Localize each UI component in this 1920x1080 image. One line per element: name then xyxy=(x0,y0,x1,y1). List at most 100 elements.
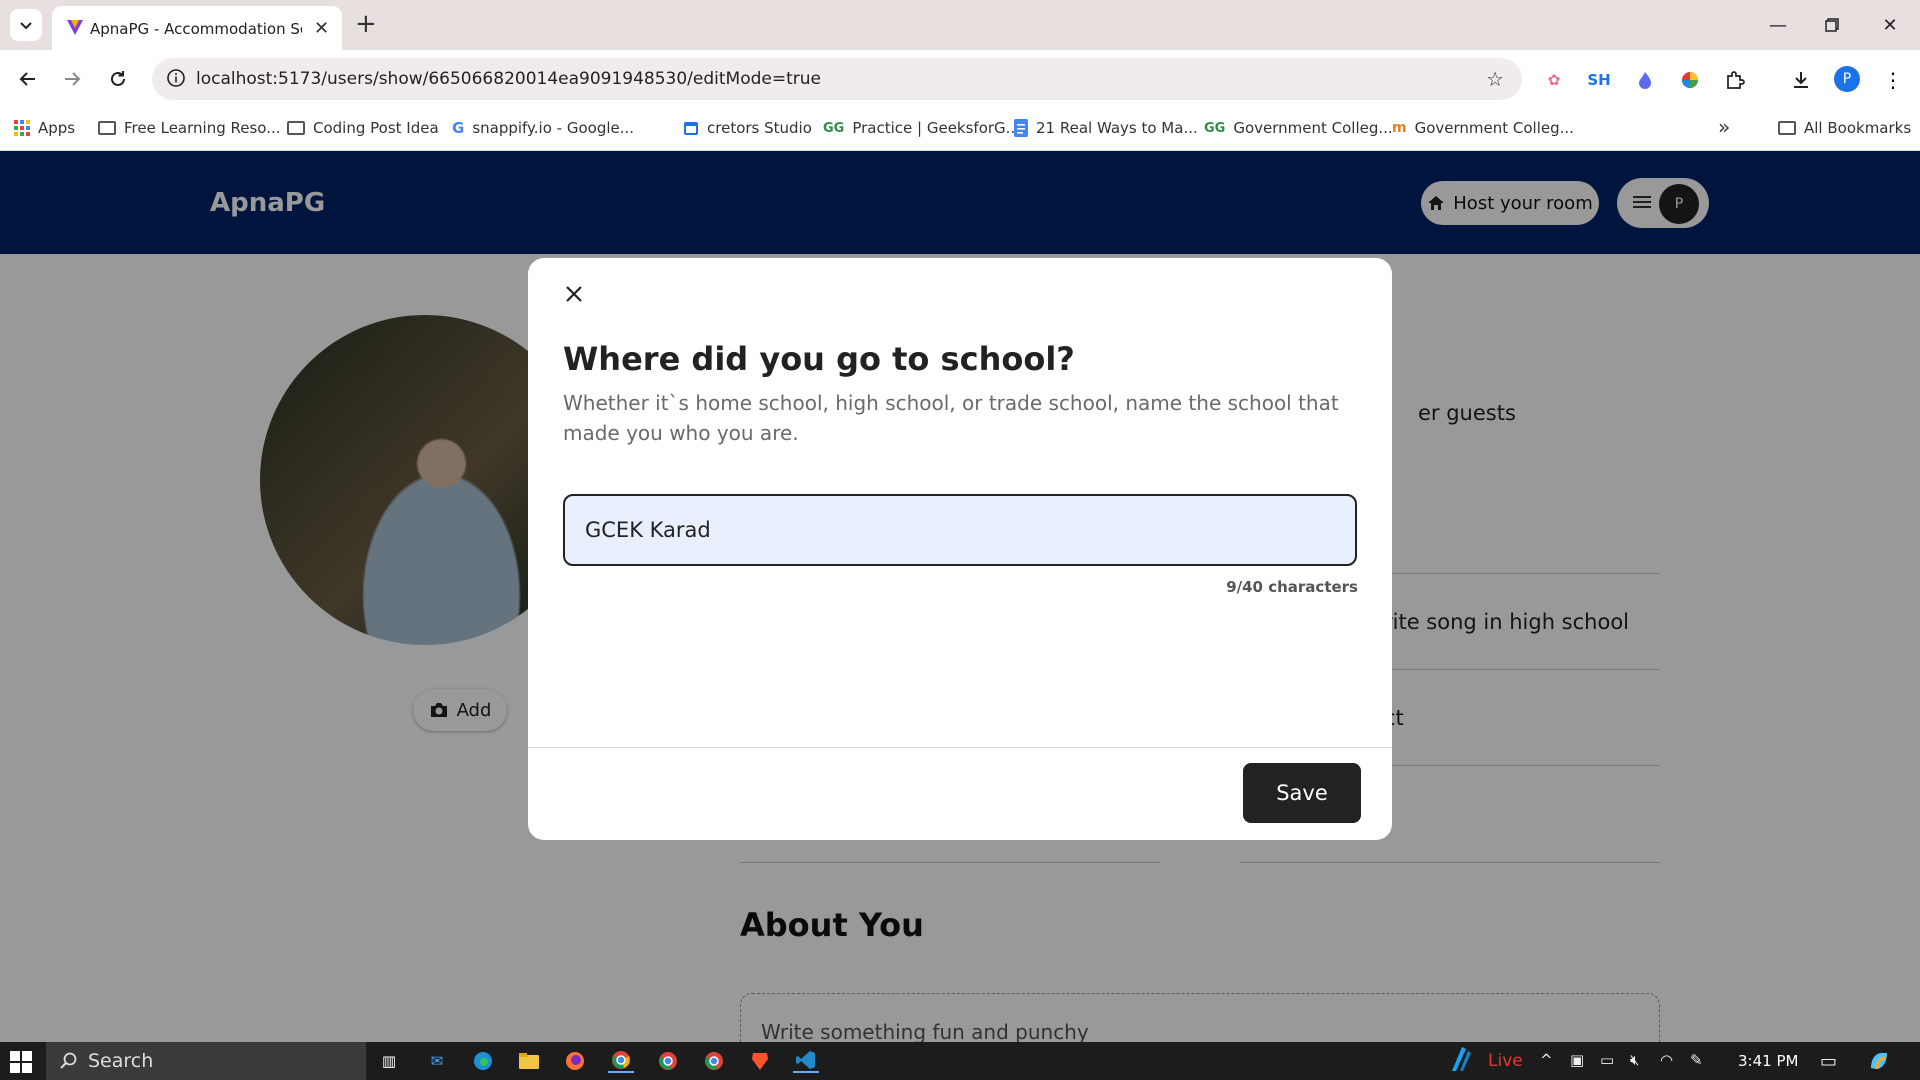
tab-title: ApnaPG - Accommodation Solu xyxy=(90,20,302,38)
bookmark-government-college-1[interactable]: GG Government Colleg... xyxy=(1204,119,1393,137)
double-chevron-right-icon: » xyxy=(1718,115,1731,139)
firefox-icon[interactable] xyxy=(562,1049,588,1073)
bookmark-folder-free-learning[interactable]: Free Learning Reso... xyxy=(98,119,281,137)
puzzle-icon xyxy=(1727,71,1745,89)
save-button[interactable]: Save xyxy=(1243,763,1361,823)
site-icon: m xyxy=(1392,120,1407,136)
extension-lotus-icon[interactable]: ✿ xyxy=(1541,67,1567,93)
bookmark-folder-coding-post[interactable]: Coding Post Idea xyxy=(287,119,439,137)
folder-icon xyxy=(287,121,305,135)
flame-icon xyxy=(1639,72,1651,89)
url-text: localhost:5173/users/show/665066820014ea… xyxy=(196,69,821,89)
modal-description: Whether it`s home school, high school, o… xyxy=(563,391,1339,445)
task-view-icon[interactable]: ▥ xyxy=(376,1049,402,1073)
bookmark-label: Government Colleg... xyxy=(1414,119,1574,137)
chevron-down-icon xyxy=(20,22,32,30)
download-icon xyxy=(1794,72,1808,88)
close-icon xyxy=(566,286,582,302)
arrow-right-icon xyxy=(65,72,81,86)
bookmark-star-icon[interactable]: ☆ xyxy=(1486,67,1504,91)
notifications-icon[interactable]: ▭ xyxy=(1820,1051,1837,1072)
forward-button[interactable] xyxy=(58,65,86,93)
bookmark-label: Apps xyxy=(38,119,76,137)
bookmark-label: Coding Post Idea xyxy=(313,119,439,137)
reload-icon xyxy=(111,71,125,86)
chrome-profile-3-icon[interactable] xyxy=(701,1049,727,1073)
tab-close-icon[interactable]: ✕ xyxy=(314,18,329,39)
browser-toolbar: localhost:5173/users/show/665066820014ea… xyxy=(0,50,1920,108)
bookmark-snappify[interactable]: G snappify.io - Google... xyxy=(452,119,634,137)
live-label[interactable]: Live xyxy=(1488,1051,1523,1071)
minimize-button[interactable]: — xyxy=(1758,10,1798,40)
close-window-button[interactable]: ✕ xyxy=(1870,10,1910,40)
reload-button[interactable] xyxy=(104,65,132,93)
windows-taskbar: Search ▥ ✉ Live ^ ▣ ▭ 🔇︎ ◠ ✎ 3:41 PM ▭ xyxy=(0,1042,1920,1080)
browser-menu-kebab-icon[interactable]: ⋮ xyxy=(1880,67,1906,93)
taskbar-clock[interactable]: 3:41 PM xyxy=(1738,1052,1798,1070)
browser-tab-active[interactable]: ApnaPG - Accommodation Solu ✕ xyxy=(52,6,342,50)
pen-icon[interactable]: ✎ xyxy=(1690,1051,1703,1069)
speaker-muted-icon[interactable]: 🔇︎ xyxy=(1630,1051,1639,1069)
bookmark-apps[interactable]: Apps xyxy=(14,119,75,137)
all-bookmarks-button[interactable]: All Bookmarks xyxy=(1778,119,1911,137)
modal-close-button[interactable] xyxy=(560,280,588,308)
edge-icon[interactable] xyxy=(470,1049,496,1073)
school-input[interactable] xyxy=(563,494,1357,566)
taskbar-search-box[interactable]: Search xyxy=(46,1042,366,1080)
doc-icon xyxy=(1014,119,1028,137)
search-icon xyxy=(60,1052,77,1069)
cricket-live-icon[interactable] xyxy=(1448,1047,1474,1071)
bookmark-label: Free Learning Reso... xyxy=(124,119,281,137)
address-bar[interactable]: localhost:5173/users/show/665066820014ea… xyxy=(152,58,1522,100)
gfg-icon: GG xyxy=(1204,120,1226,136)
folder-icon xyxy=(98,121,116,135)
modal-title: Where did you go to school? xyxy=(563,340,1075,378)
bookmark-21-real-ways[interactable]: 21 Real Ways to Ma... xyxy=(1014,119,1198,137)
extension-sh-icon[interactable]: SH xyxy=(1586,67,1612,93)
all-bookmarks-label: All Bookmarks xyxy=(1804,119,1912,137)
taskbar-search-label: Search xyxy=(88,1050,154,1072)
site-info-icon[interactable] xyxy=(166,68,186,88)
chrome-profile-2-icon[interactable] xyxy=(655,1049,681,1073)
file-explorer-icon[interactable] xyxy=(516,1049,542,1073)
tray-overflow-chevron-icon[interactable]: ^ xyxy=(1540,1051,1553,1069)
extension-color-wheel-icon[interactable] xyxy=(1677,67,1703,93)
brave-icon[interactable] xyxy=(747,1049,773,1073)
bookmark-label: Practice | GeeksforG... xyxy=(852,119,1020,137)
extension-flame-icon[interactable] xyxy=(1632,67,1658,93)
chrome-icon-active[interactable] xyxy=(608,1049,634,1073)
bookmark-label: 21 Real Ways to Ma... xyxy=(1036,119,1198,137)
character-count: 9/40 characters xyxy=(1226,578,1358,596)
bookmark-government-college-2[interactable]: m Government Colleg... xyxy=(1392,119,1574,137)
downloads-icon[interactable] xyxy=(1788,67,1814,93)
modal-footer-divider xyxy=(528,747,1392,748)
bookmark-label: Government Colleg... xyxy=(1233,119,1393,137)
gfg-icon: GG xyxy=(823,120,845,136)
copilot-icon[interactable] xyxy=(1866,1049,1892,1073)
back-button[interactable] xyxy=(14,65,42,93)
web-page: ApnaPG Host your room P Add er guests ri… xyxy=(0,151,1920,1042)
bookmarks-overflow-button[interactable]: » xyxy=(1718,115,1730,139)
vscode-icon[interactable] xyxy=(793,1049,819,1073)
battery-icon[interactable]: ▭ xyxy=(1600,1051,1614,1069)
browser-profile-avatar[interactable]: P xyxy=(1834,66,1860,92)
mail-icon[interactable]: ✉ xyxy=(424,1049,450,1073)
restore-button[interactable] xyxy=(1812,10,1852,40)
bookmarks-bar: Apps Free Learning Reso... Coding Post I… xyxy=(0,108,1920,151)
new-tab-button[interactable]: + xyxy=(355,10,377,38)
bookmark-geeksforgeeks[interactable]: GG Practice | GeeksforG... xyxy=(823,119,1020,137)
apps-grid-icon xyxy=(14,120,30,136)
tab-search-button[interactable] xyxy=(10,9,42,41)
meet-now-icon[interactable]: ▣ xyxy=(1570,1051,1584,1069)
browser-tab-strip: ApnaPG - Accommodation Solu ✕ + — ✕ xyxy=(0,0,1920,50)
bookmark-label: snappify.io - Google... xyxy=(472,119,635,137)
google-icon: G xyxy=(452,119,465,137)
extensions-puzzle-icon[interactable] xyxy=(1722,67,1748,93)
folder-icon xyxy=(1778,121,1796,135)
apnapg-favicon-icon xyxy=(67,20,83,35)
wifi-icon[interactable]: ◠ xyxy=(1660,1051,1673,1069)
restore-icon xyxy=(1825,18,1839,32)
bookmark-cretors-studio[interactable]: cretors Studio xyxy=(683,119,812,137)
bookmark-label: cretors Studio xyxy=(707,119,812,137)
windows-start-icon[interactable] xyxy=(10,1051,32,1073)
